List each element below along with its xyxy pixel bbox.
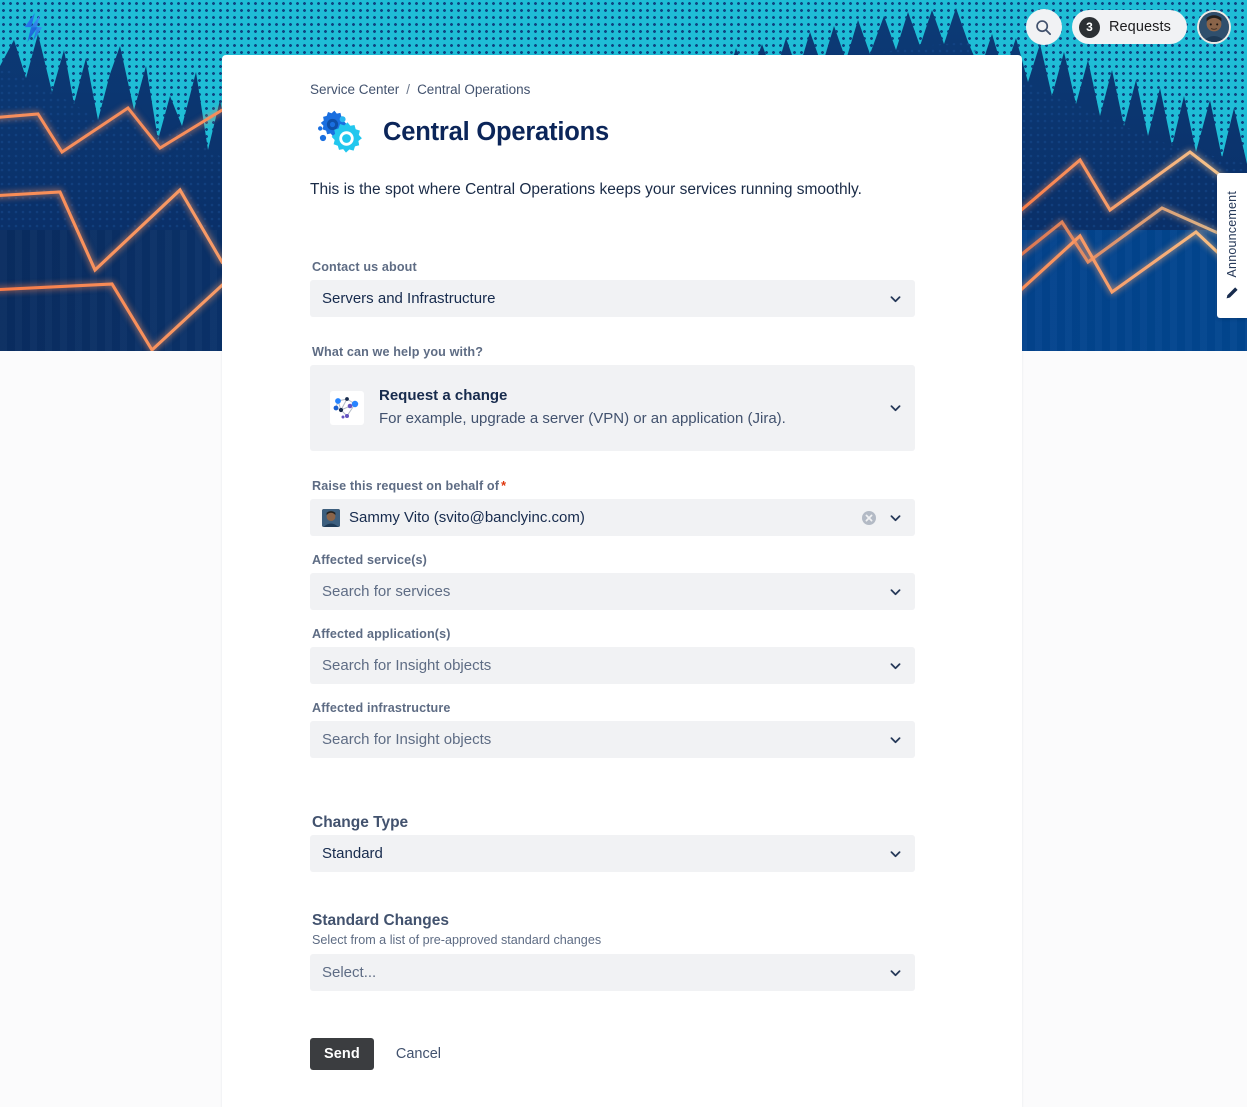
request-type-description: For example, upgrade a server (VPN) or a… [379,410,786,428]
gears-icon [318,110,362,153]
breadcrumb: Service Center / Central Operations [310,81,982,99]
field-affected-services: Affected service(s) Search for services [310,553,915,611]
affected-applications-placeholder: Search for Insight objects [322,656,492,674]
standard-changes-placeholder: Select... [322,963,377,981]
chevron-down-icon [890,736,901,743]
portal-title-row: Central Operations [310,107,982,159]
service-desk-portal-page: 3 Requests Announcement Service Center /… [0,0,1247,1107]
affected-services-placeholder: Search for services [322,582,451,600]
search-icon [1036,19,1052,35]
pencil-icon [1226,287,1238,299]
affected-services-label: Affected service(s) [312,553,427,568]
field-affected-applications: Affected application(s) Search for Insig… [310,627,915,685]
on-behalf-of-value: Sammy Vito (svito@banclyinc.com) [349,508,585,526]
field-affected-infrastructure: Affected infrastructure Search for Insig… [310,701,915,759]
field-contact-about: Contact us about Servers and Infrastruct… [310,260,915,318]
cancel-button[interactable]: Cancel [388,1046,449,1062]
field-standard-changes: Standard Changes Select from a list of p… [310,912,915,992]
portal-description: This is the spot where Central Operation… [310,180,862,198]
page-title: Central Operations [383,118,609,147]
announcement-label: Announcement [1225,191,1239,278]
contact-about-select[interactable]: Servers and Infrastructure [310,280,915,318]
standard-changes-label: Standard Changes [312,912,449,930]
help-with-label: What can we help you with? [312,345,484,360]
requests-count-badge: 3 [1078,16,1100,38]
search-button[interactable] [1025,9,1062,45]
top-navigation: 3 Requests [1025,9,1231,45]
chevron-down-icon [890,588,901,595]
on-behalf-of-label-text: Raise this request on behalf of [312,479,500,494]
request-form: Contact us about Servers and Infrastruct… [310,260,915,1104]
breadcrumb-root-link[interactable]: Service Center [310,81,399,99]
request-form-card: Service Center / Central Operations Cent… [222,55,1022,1107]
requests-button[interactable]: 3 Requests [1071,10,1187,44]
affected-infrastructure-select[interactable]: Search for Insight objects [310,721,915,759]
network-nodes-icon [330,391,364,426]
chevron-down-icon [890,405,901,412]
change-type-label: Change Type [312,814,409,832]
form-actions: Send Cancel [310,1038,915,1104]
chevron-down-icon [890,514,901,521]
send-button[interactable]: Send [310,1038,374,1071]
breadcrumb-separator: / [406,82,411,97]
avatar-photo-small [322,508,340,527]
field-on-behalf-of: Raise this request on behalf of * Sammy V… [310,479,915,537]
affected-infrastructure-placeholder: Search for Insight objects [322,730,492,748]
on-behalf-of-label: Raise this request on behalf of * [312,479,915,493]
field-change-type: Change Type Standard [310,814,915,873]
change-type-select[interactable]: Standard [310,835,915,873]
request-type-name: Request a change [379,387,508,405]
affected-infrastructure-label: Affected infrastructure [312,701,451,716]
chevron-down-icon [890,662,901,669]
chevron-down-icon [890,850,901,857]
on-behalf-of-select[interactable]: Sammy Vito (svito@banclyinc.com) [310,499,915,537]
user-avatar-icon [322,508,340,527]
brand-bolt-logo[interactable] [18,12,48,44]
required-marker: * [501,479,507,494]
chevron-down-icon [890,969,901,976]
contact-about-value: Servers and Infrastructure [322,289,496,307]
field-help-with: What can we help you with? Request a cha… [310,345,915,452]
profile-avatar[interactable] [1197,10,1231,44]
change-type-value: Standard [322,844,383,862]
clear-circle-icon[interactable] [861,510,877,526]
requests-label: Requests [1108,19,1171,35]
affected-applications-label: Affected application(s) [312,627,451,642]
avatar-photo [1199,12,1229,42]
affected-applications-select[interactable]: Search for Insight objects [310,647,915,685]
chevron-down-icon [890,295,901,302]
contact-about-label: Contact us about [312,260,417,275]
request-type-select[interactable]: Request a change For example, upgrade a … [310,365,915,452]
breadcrumb-current-link[interactable]: Central Operations [417,81,530,99]
announcement-tab[interactable]: Announcement [1217,173,1247,318]
standard-changes-help: Select from a list of pre-approved stand… [312,933,602,948]
affected-services-select[interactable]: Search for services [310,573,915,611]
standard-changes-select[interactable]: Select... [310,954,915,992]
